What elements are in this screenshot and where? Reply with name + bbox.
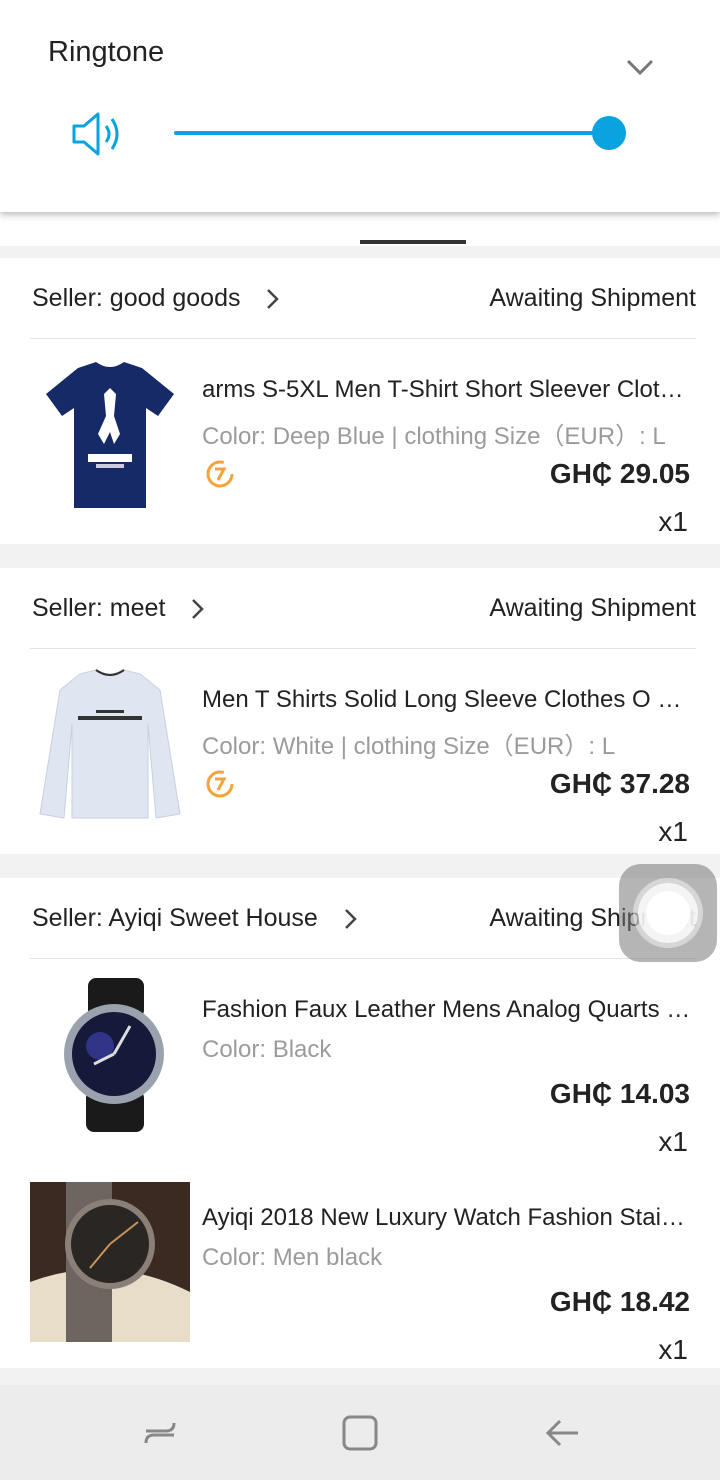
product-title: arms S-5XL Men T-Shirt Short Sleever Clo… <box>202 376 684 403</box>
product-price: GH₵ 18.42 <box>549 1286 690 1317</box>
seller-link[interactable]: Seller: Ayiqi Sweet House <box>32 904 364 933</box>
active-tab-indicator <box>360 240 466 244</box>
volume-slider-thumb[interactable] <box>592 116 626 150</box>
volume-stream-title: Ringtone <box>48 36 165 68</box>
chevron-down-icon[interactable] <box>622 54 658 80</box>
order-header[interactable]: Seller: good goods Awaiting Shipment <box>30 258 696 339</box>
order-header[interactable]: Seller: meet Awaiting Shipment <box>30 568 696 649</box>
product-quantity: x1 <box>658 816 688 847</box>
seller-name: Seller: Ayiqi Sweet House <box>32 904 318 932</box>
order-item[interactable]: Fashion Faux Leather Mens Analog Quarts … <box>30 974 696 1157</box>
volume-slider-track[interactable] <box>174 131 610 135</box>
home-icon[interactable] <box>340 1413 380 1453</box>
product-price: GH₵ 14.03 <box>549 1078 690 1109</box>
product-image-white-long-sleeve <box>30 664 190 824</box>
product-quantity: x1 <box>658 1334 688 1365</box>
product-variant: Color: Deep Blue | clothing Size（EUR）: L <box>202 423 666 450</box>
product-title: Men T Shirts Solid Long Sleeve Clothes O… <box>202 686 692 713</box>
order-status: Awaiting Shipment <box>489 594 696 622</box>
product-image-black-watch <box>30 974 190 1134</box>
product-variant: Color: Men black <box>202 1244 383 1271</box>
seller-name: Seller: good goods <box>32 284 241 312</box>
speaker-icon[interactable] <box>70 110 124 158</box>
chevron-right-icon <box>344 908 357 929</box>
refund-icon <box>206 460 234 488</box>
order-card: Seller: meet Awaiting Shipment Men T Shi… <box>0 568 720 854</box>
seller-name: Seller: meet <box>32 594 166 622</box>
assistive-touch-button[interactable] <box>619 864 717 962</box>
chevron-right-icon <box>192 598 205 619</box>
chevron-right-icon <box>267 288 280 309</box>
order-card: Seller: Ayiqi Sweet House Awaiting Shipm… <box>0 878 720 1368</box>
product-price: GH₵ 29.05 <box>549 458 690 489</box>
seller-link[interactable]: Seller: good goods <box>32 284 286 313</box>
product-price: GH₵ 37.28 <box>549 768 690 799</box>
order-item[interactable]: arms S-5XL Men T-Shirt Short Sleever Clo… <box>30 354 696 537</box>
volume-panel: Ringtone <box>0 0 720 212</box>
product-title: Ayiqi 2018 New Luxury Watch Fashion Stai… <box>202 1204 692 1231</box>
order-item[interactable]: Men T Shirts Solid Long Sleeve Clothes O… <box>30 664 696 847</box>
product-variant: Color: Black <box>202 1036 332 1063</box>
refund-icon <box>206 770 234 798</box>
order-status: Awaiting Shipment <box>489 284 696 312</box>
seller-link[interactable]: Seller: meet <box>32 594 211 623</box>
product-image-steel-watch <box>30 1182 190 1342</box>
product-quantity: x1 <box>658 506 688 537</box>
order-item[interactable]: Ayiqi 2018 New Luxury Watch Fashion Stai… <box>30 1182 696 1365</box>
product-variant: Color: White | clothing Size（EUR）: L <box>202 733 616 760</box>
product-title: Fashion Faux Leather Mens Analog Quarts … <box>202 996 691 1023</box>
order-header[interactable]: Seller: Ayiqi Sweet House Awaiting Shipm… <box>30 878 696 959</box>
assistive-touch-icon <box>638 883 698 943</box>
product-image-navy-tshirt <box>30 354 190 514</box>
order-card: Seller: good goods Awaiting Shipment arm… <box>0 258 720 544</box>
recents-icon[interactable] <box>140 1413 180 1453</box>
back-icon[interactable] <box>542 1413 582 1453</box>
system-nav-bar <box>0 1385 720 1480</box>
product-quantity: x1 <box>658 1126 688 1157</box>
